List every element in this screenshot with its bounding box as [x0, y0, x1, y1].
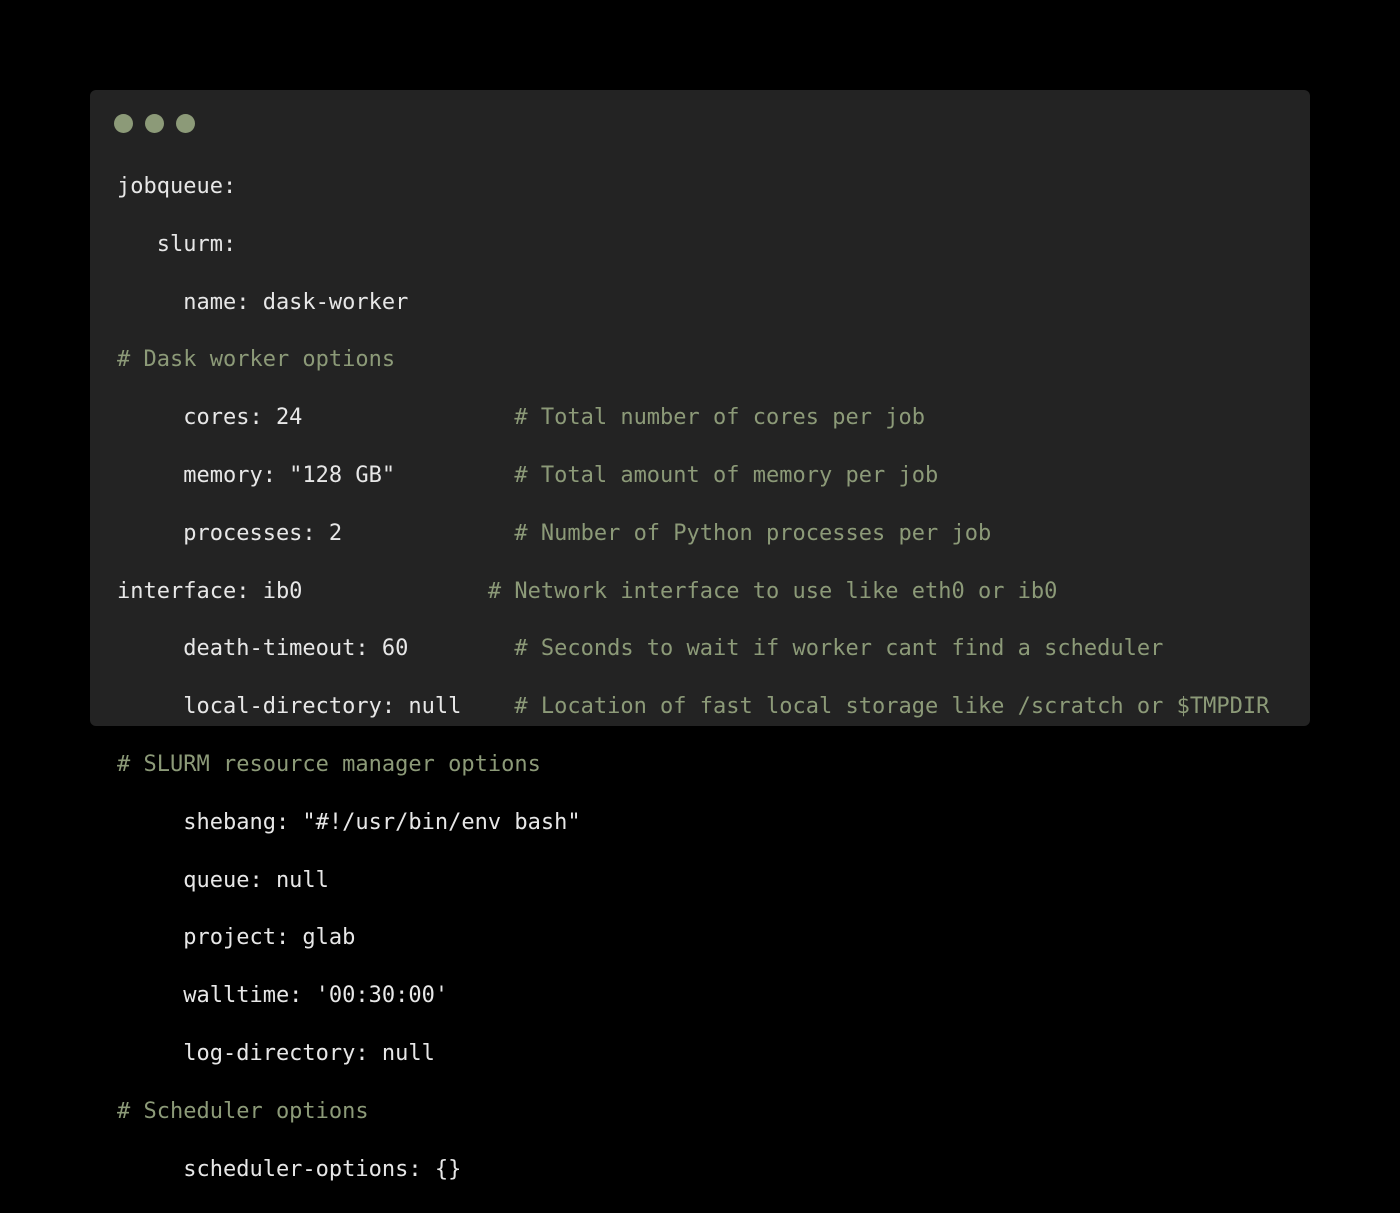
code-comment: # Total amount of memory per job [514, 462, 939, 488]
code-comment: # SLURM resource manager options [117, 751, 541, 777]
code-line: cores: 24 # Total number of cores per jo… [117, 404, 1300, 433]
code-text: death-timeout: 60 [117, 636, 515, 662]
code-text: memory: "128 GB" [117, 462, 515, 488]
code-text: cores: 24 [117, 405, 515, 431]
code-text: slurm: [117, 231, 237, 257]
code-line: jobqueue: [117, 173, 1300, 202]
code-text: local-directory: null [117, 694, 515, 720]
code-line: queue: null [117, 867, 1300, 896]
code-text: walltime: '00:30:00' [117, 983, 449, 1009]
code-line: slurm: [117, 231, 1300, 260]
code-line: shebang: "#!/usr/bin/env bash" [117, 809, 1300, 838]
code-text: jobqueue: [117, 174, 237, 199]
code-line: memory: "128 GB" # Total amount of memor… [117, 462, 1300, 491]
code-line: # Scheduler options [117, 1098, 1300, 1127]
code-comment: # Location of fast local storage like /s… [514, 694, 1270, 720]
code-line: scheduler-options: {} [117, 1156, 1300, 1185]
close-dot-icon[interactable] [114, 114, 133, 133]
code-line: local-directory: null # Location of fast… [117, 693, 1300, 722]
code-line: processes: 2 # Number of Python processe… [117, 520, 1300, 549]
code-comment: # Scheduler options [117, 1098, 369, 1124]
code-line: death-timeout: 60 # Seconds to wait if w… [117, 635, 1300, 664]
code-block: jobqueue: slurm: name: dask-worker # Das… [117, 173, 1300, 1213]
code-text: processes: 2 [117, 520, 515, 546]
code-text: shebang: "#!/usr/bin/env bash" [117, 809, 581, 835]
code-comment: # Seconds to wait if worker cant find a … [514, 636, 1164, 662]
code-comment: # Dask worker options [117, 347, 396, 373]
code-text: project: glab [117, 925, 356, 951]
code-line: walltime: '00:30:00' [117, 982, 1300, 1011]
code-line: project: glab [117, 924, 1300, 953]
maximize-dot-icon[interactable] [176, 114, 195, 133]
code-line: log-directory: null [117, 1040, 1300, 1069]
code-text: interface: ib0 [117, 578, 488, 604]
code-line: # SLURM resource manager options [117, 751, 1300, 780]
code-comment: # Number of Python processes per job [514, 520, 992, 546]
code-text: log-directory: null [117, 1040, 435, 1066]
code-text: name: dask-worker [117, 289, 409, 315]
code-line: name: dask-worker [117, 289, 1300, 318]
code-line: # Dask worker options [117, 346, 1300, 375]
code-comment: # Total number of cores per job [514, 405, 925, 431]
code-comment: # Network interface to use like eth0 or … [487, 578, 1058, 604]
window-controls [114, 114, 195, 133]
code-text: scheduler-options: {} [117, 1156, 462, 1182]
minimize-dot-icon[interactable] [145, 114, 164, 133]
code-window: jobqueue: slurm: name: dask-worker # Das… [90, 90, 1310, 1182]
code-line: interface: ib0 # Network interface to us… [117, 578, 1300, 607]
code-text: queue: null [117, 867, 329, 893]
